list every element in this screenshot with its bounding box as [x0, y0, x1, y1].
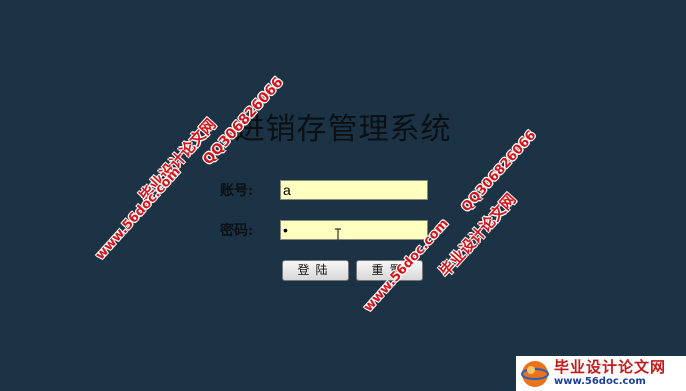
- site-logo: 毕业设计论文网 www.56doc.com: [516, 356, 686, 391]
- login-button[interactable]: 登陆: [282, 260, 349, 281]
- logo-url-text: www.56doc.com: [554, 376, 646, 387]
- username-row: 账号:: [220, 180, 428, 200]
- page-title: 进销存管理系统: [234, 112, 452, 147]
- password-row: 密码:: [220, 220, 428, 240]
- username-input[interactable]: [280, 180, 428, 200]
- password-label: 密码:: [220, 223, 254, 239]
- globe-logo-icon: [521, 360, 549, 387]
- password-input[interactable]: [280, 220, 428, 240]
- logo-brand-text: 毕业设计论文网: [554, 358, 667, 376]
- username-label: 账号:: [220, 183, 254, 199]
- watermark-url-1: www.56doc.com: [92, 164, 184, 263]
- text-cursor-icon: [335, 228, 341, 242]
